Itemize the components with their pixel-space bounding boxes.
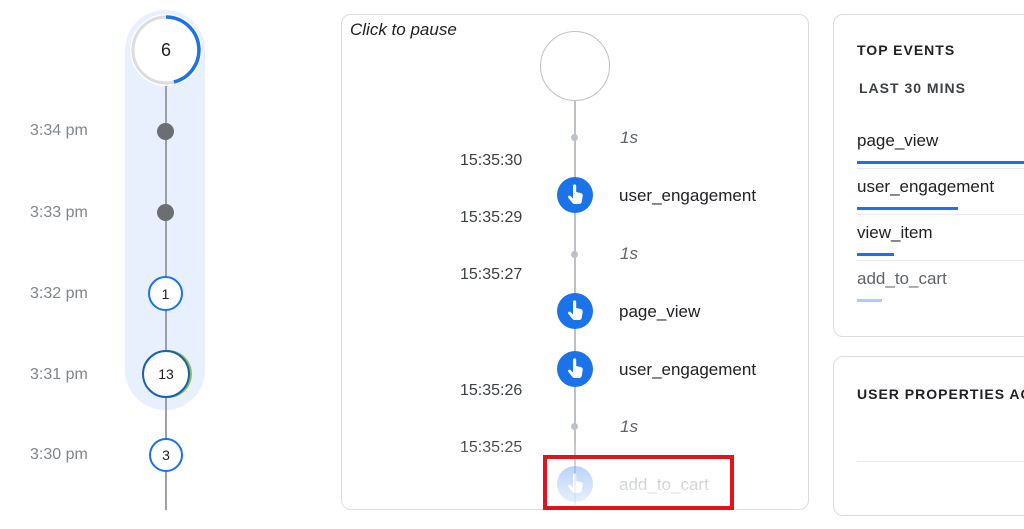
touch-icon[interactable] bbox=[557, 351, 593, 387]
event-timestamp: 15:35:26 bbox=[460, 382, 523, 399]
top-event-name: user_engagement bbox=[857, 177, 995, 196]
minute-count-circle[interactable]: 3 bbox=[149, 438, 183, 472]
top-event-row[interactable]: user_engagement bbox=[834, 169, 1024, 215]
pointer-hand-glyph bbox=[568, 184, 583, 204]
user-properties-card: USER PROPERTIES AC bbox=[833, 356, 1024, 516]
top-event-name: view_item bbox=[857, 223, 933, 242]
card-title: USER PROPERTIES AC bbox=[857, 386, 1024, 402]
top-event-row[interactable]: view_item bbox=[834, 215, 1024, 261]
current-minute-count: 6 bbox=[160, 39, 171, 60]
current-minute-counter[interactable]: 6 bbox=[130, 14, 202, 86]
minute-count-circle[interactable]: 13 bbox=[142, 350, 190, 398]
row-divider bbox=[857, 461, 1024, 462]
annotation-highlight-box bbox=[543, 455, 734, 510]
minute-dot[interactable] bbox=[157, 204, 174, 221]
touch-icon[interactable] bbox=[557, 177, 593, 213]
event-timestamp: 15:35:30 bbox=[460, 152, 523, 169]
gap-dot bbox=[571, 134, 578, 141]
gap-dot bbox=[571, 251, 578, 258]
top-event-share-bar bbox=[857, 299, 882, 302]
pointer-hand-glyph bbox=[568, 300, 583, 320]
gap-duration: 1s bbox=[620, 244, 638, 263]
minute-count-circle[interactable]: 1 bbox=[148, 276, 183, 311]
card-subtitle: LAST 30 MINS bbox=[859, 80, 966, 96]
minute-label: 3:30 pm bbox=[30, 446, 88, 463]
top-events-card: TOP EVENTS LAST 30 MINS page_view user_e… bbox=[833, 14, 1024, 337]
minute-label: 3:33 pm bbox=[30, 204, 88, 221]
stream-current-node bbox=[540, 31, 610, 101]
top-event-share-bar bbox=[857, 253, 895, 256]
event-name[interactable]: user_engagement bbox=[619, 186, 756, 206]
event-stream-card[interactable]: Click to pause 1s 15:35:30 user_engageme… bbox=[341, 14, 809, 510]
pointer-hand-glyph bbox=[568, 358, 583, 378]
realtime-report: 6 3:34 pm 3:33 pm 3:32 pm 1 3:31 pm 13 3… bbox=[0, 0, 1024, 529]
top-event-row[interactable]: add_to_cart bbox=[834, 261, 1024, 307]
minute-label: 3:31 pm bbox=[30, 366, 88, 383]
minute-timeline: 6 3:34 pm 3:33 pm 3:32 pm 1 3:31 pm 13 3… bbox=[0, 0, 300, 529]
top-event-name: add_to_cart bbox=[857, 269, 947, 288]
top-event-row[interactable]: page_view bbox=[834, 123, 1024, 169]
event-timestamp: 15:35:25 bbox=[460, 439, 523, 456]
minute-dot[interactable] bbox=[157, 123, 174, 140]
minute-label: 3:34 pm bbox=[30, 122, 88, 139]
minute-label: 3:32 pm bbox=[30, 285, 88, 302]
gap-duration: 1s bbox=[620, 128, 638, 147]
event-timestamp: 15:35:27 bbox=[460, 266, 523, 283]
gap-duration: 1s bbox=[620, 417, 638, 436]
top-event-share-bar bbox=[857, 207, 958, 210]
card-title: TOP EVENTS bbox=[857, 42, 956, 58]
touch-icon[interactable] bbox=[557, 293, 593, 329]
top-event-share-bar bbox=[857, 161, 1024, 164]
gap-dot bbox=[571, 423, 578, 430]
event-name[interactable]: page_view bbox=[619, 302, 700, 322]
top-event-name: page_view bbox=[857, 131, 939, 150]
event-name[interactable]: user_engagement bbox=[619, 360, 756, 380]
pause-hint[interactable]: Click to pause bbox=[350, 20, 457, 40]
event-timestamp: 15:35:29 bbox=[460, 209, 523, 226]
